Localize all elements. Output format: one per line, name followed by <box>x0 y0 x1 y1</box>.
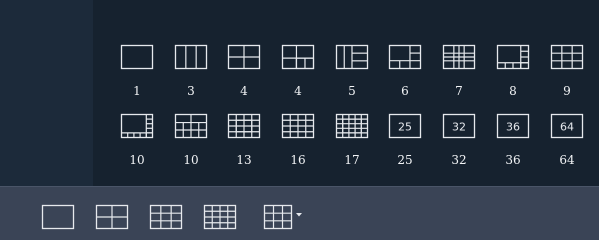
layout-option-label: 13 <box>236 153 252 167</box>
layout-option-label: 36 <box>505 153 521 167</box>
video-layout-app: 1 3 4 4 5 6 7 8 9 10 10 13 16 17 25 25 32 32 36 36 64 64 <box>0 0 603 244</box>
layout-4-icon <box>95 204 129 230</box>
layout-13-icon <box>226 112 262 140</box>
layout-number-text: 32 <box>452 121 466 134</box>
layout-4-icon <box>226 43 262 71</box>
layout-number-text: 36 <box>506 121 520 134</box>
layout-9-icon <box>149 204 183 230</box>
layout-option-label: 64 <box>559 153 575 167</box>
layout-option-label: 25 <box>397 153 413 167</box>
chevron-down-icon <box>296 213 302 217</box>
layout-picker-popup: 1 3 4 4 5 6 7 8 9 10 10 13 16 17 25 25 32 32 36 36 64 64 <box>0 0 603 186</box>
toolbar-layout-16-button[interactable] <box>203 204 237 230</box>
layout-number-text: 25 <box>398 121 412 134</box>
layout-option-label: 4 <box>294 84 302 98</box>
layout-options-grid: 1 3 4 4 5 6 7 8 9 10 10 13 16 17 25 25 32 32 36 36 64 64 <box>93 0 603 186</box>
layout-16-icon <box>203 204 237 230</box>
layout-7-icon <box>441 43 477 71</box>
layout-64-icon: 64 <box>549 112 585 140</box>
layout-36-icon: 36 <box>495 112 531 140</box>
layout-1-icon <box>41 204 75 230</box>
layout-option-label: 7 <box>455 84 463 98</box>
toolbar-layout-9-button[interactable] <box>149 204 183 230</box>
layout-6-icon <box>387 43 423 71</box>
layout-toolbar <box>0 186 603 244</box>
frame-edge-bottom <box>0 240 603 244</box>
layout-option-label: 6 <box>401 84 409 98</box>
layout-option-label: 10 <box>129 153 145 167</box>
layout-3-icon <box>173 43 209 71</box>
layout-number-text: 64 <box>560 121 574 134</box>
layout-10-alt-icon <box>173 112 209 140</box>
layout-16-icon <box>280 112 316 140</box>
layout-option-label: 3 <box>187 84 195 98</box>
layout-option-label: 32 <box>451 153 467 167</box>
layout-25-icon: 25 <box>387 112 423 140</box>
layout-5-icon <box>334 43 370 71</box>
layout-32-icon: 32 <box>441 112 477 140</box>
layout-option-label: 8 <box>509 84 517 98</box>
layout-option-label: 5 <box>348 84 356 98</box>
toolbar-layout-more-dropdown-button[interactable] <box>263 204 305 230</box>
layout-option-label: 9 <box>563 84 571 98</box>
layout-4-alt-icon <box>280 43 316 71</box>
layout-option-label: 1 <box>133 84 141 98</box>
layout-option-label: 4 <box>240 84 248 98</box>
layout-1-icon <box>119 43 155 71</box>
popup-left-panel <box>0 0 93 186</box>
layout-8-icon <box>495 43 531 71</box>
toolbar-layout-1-button[interactable] <box>41 204 75 230</box>
layout-option-label: 16 <box>290 153 306 167</box>
layout-10-icon <box>119 112 155 140</box>
layout-more-dropdown-icon <box>263 204 302 230</box>
layout-17-icon <box>334 112 370 140</box>
toolbar-layout-4-button[interactable] <box>95 204 129 230</box>
layout-option-label: 10 <box>183 153 199 167</box>
layout-option-label: 17 <box>344 153 360 167</box>
frame-edge-right <box>599 0 603 244</box>
layout-9-icon <box>549 43 585 71</box>
